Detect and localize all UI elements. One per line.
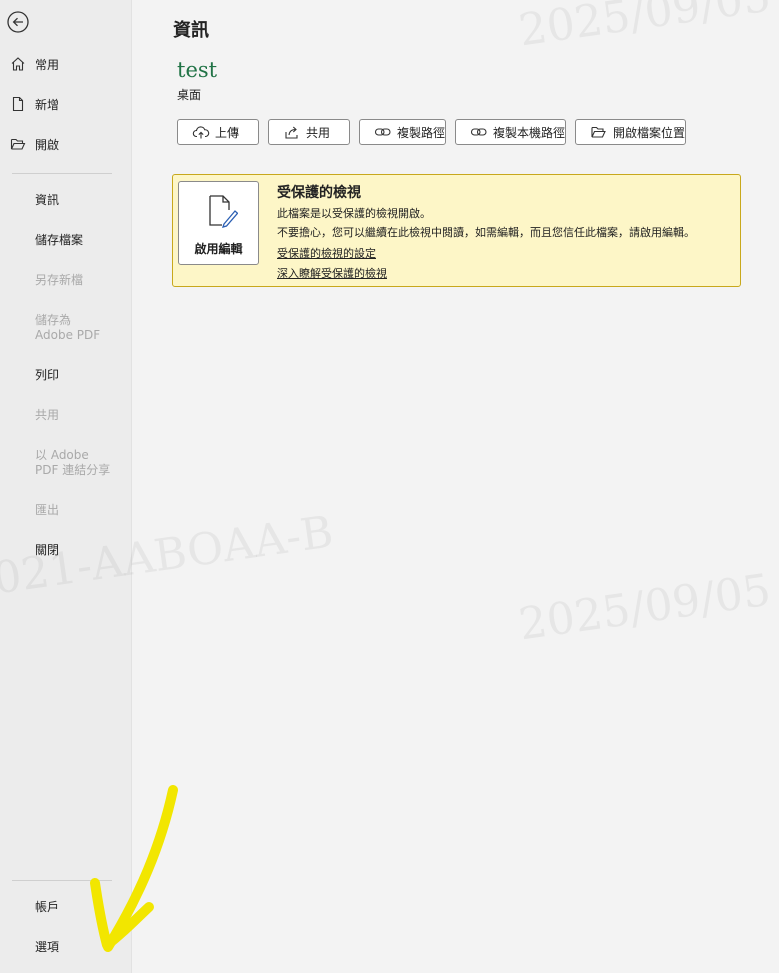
home-icon (11, 57, 25, 71)
protected-view-message: 此檔案是以受保護的檢視開啟。 (277, 207, 431, 220)
sidebar-item-account[interactable]: 帳戶 (35, 900, 59, 915)
nav-open-label: 開啟 (35, 137, 60, 152)
sidebar-item-save-as: 另存新檔 (35, 273, 84, 287)
open-file-location-label: 開啟檔案位置 (612, 125, 685, 140)
sidebar-divider-bottom (12, 880, 112, 881)
sidebar-item-save-as-adobe-pdf: 儲存為 Adobe PDF (35, 313, 101, 342)
back-button[interactable] (6, 10, 30, 34)
protected-view-details: 不要擔心，您可以繼續在此檢視中閱讀，如需編輯，而且您信任此檔案，請啟用編輯。 (277, 226, 695, 239)
sidebar-item-export: 匯出 (35, 503, 60, 517)
share-icon (285, 126, 298, 139)
share-button[interactable]: 共用 (268, 119, 350, 145)
sidebar-item-save[interactable]: 儲存檔案 (35, 233, 83, 248)
share-label: 共用 (306, 125, 331, 140)
nav-home[interactable]: 常用 (0, 50, 131, 78)
upload-cloud-icon (192, 126, 210, 139)
open-folder-icon (10, 138, 26, 150)
enable-editing-label: 啟用編輯 (194, 242, 243, 256)
back-arrow-icon (7, 11, 29, 33)
open-file-location-button[interactable]: 開啟檔案位置 (575, 119, 686, 145)
sidebar-item-info[interactable]: 資訊 (35, 193, 59, 208)
copy-path-label: 複製路徑 (396, 125, 445, 140)
enable-editing-button[interactable]: 啟用編輯 (178, 181, 259, 265)
nav-home-label: 常用 (35, 57, 60, 72)
sidebar-item-share: 共用 (35, 408, 60, 422)
copy-local-path-label: 複製本機路徑 (492, 125, 565, 140)
learn-more-link[interactable]: 深入瞭解受保護的檢視 (277, 265, 387, 281)
upload-button[interactable]: 上傳 (177, 119, 259, 145)
open-folder-icon (591, 126, 606, 138)
document-name: test (177, 58, 218, 82)
protected-view-settings-link[interactable]: 受保護的檢視的設定 (277, 245, 376, 261)
page-title: 資訊 (173, 20, 209, 41)
sidebar-item-print[interactable]: 列印 (35, 368, 59, 383)
nav-open[interactable]: 開啟 (0, 130, 131, 158)
protected-view-title: 受保護的檢視 (277, 185, 361, 201)
sidebar-item-close[interactable]: 關閉 (35, 543, 59, 558)
info-pane: 資訊 test 桌面 上傳 共用 複製路徑 複製本機路徑 開啟檔案位置 啟用編輯… (132, 0, 779, 973)
upload-label: 上傳 (215, 125, 240, 140)
copy-local-path-button[interactable]: 複製本機路徑 (455, 119, 566, 145)
document-location: 桌面 (177, 88, 202, 102)
copy-path-button[interactable]: 複製路徑 (359, 119, 446, 145)
sidebar-item-share-adobe-pdf-link: 以 Adobe PDF 連結分享 (35, 448, 111, 477)
backstage-sidebar: 常用 新增 開啟 資訊 儲存檔案 另存新檔 儲存為 Adobe PDF 列印 共… (0, 0, 132, 973)
nav-new-label: 新增 (35, 97, 60, 112)
edit-document-icon (209, 195, 238, 228)
sidebar-item-options[interactable]: 選項 (35, 940, 59, 955)
nav-new[interactable]: 新增 (0, 90, 131, 118)
sidebar-divider (12, 173, 112, 174)
link-icon (470, 128, 487, 136)
protected-view-panel: 啟用編輯 受保護的檢視 此檔案是以受保護的檢視開啟。 不要擔心，您可以繼續在此檢… (172, 174, 741, 287)
link-icon (374, 128, 391, 136)
new-document-icon (12, 96, 24, 112)
